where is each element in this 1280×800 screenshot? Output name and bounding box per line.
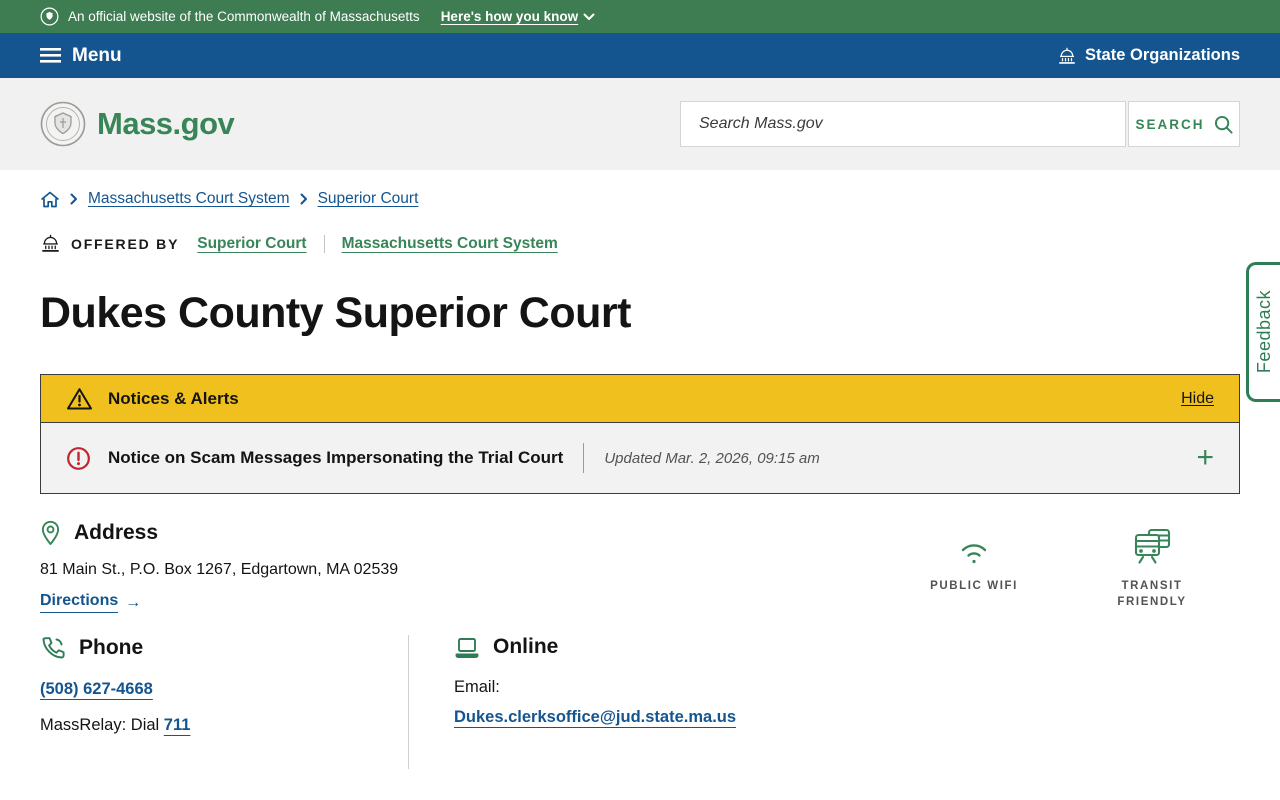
notice-updated-timestamp: Updated Mar. 2, 2026, 09:15 am <box>604 449 820 467</box>
search-input[interactable] <box>680 101 1126 147</box>
hide-alerts-link[interactable]: Hide <box>1181 390 1214 408</box>
massrelay-row: MassRelay: Dial 711 <box>40 716 408 735</box>
search-button[interactable]: SEARCH <box>1128 101 1240 147</box>
alert-exclamation-icon <box>66 446 91 471</box>
page: An official website of the Commonwealth … <box>0 0 1280 800</box>
contact-row: Phone (508) 627-4668 MassRelay: Dial 711 <box>40 635 1240 769</box>
vertical-divider <box>583 443 585 473</box>
heres-how-you-know-label: Here's how you know <box>440 9 579 24</box>
heres-how-you-know-link[interactable]: Here's how you know <box>441 9 596 24</box>
warning-triangle-icon <box>66 387 93 411</box>
address-heading: Address <box>74 521 159 544</box>
search-form: SEARCH <box>680 101 1240 147</box>
massgov-seal-icon <box>40 101 86 147</box>
online-heading: Online <box>493 635 559 658</box>
notice-item: Notice on Scam Messages Impersonating th… <box>41 422 1239 493</box>
main-content: Massachusetts Court System Superior Cour… <box>0 190 1280 769</box>
notices-alerts-header: Notices & Alerts Hide <box>41 375 1239 422</box>
address-text: 81 Main St., P.O. Box 1267, Edgartown, M… <box>40 561 399 578</box>
chevron-right-icon <box>300 193 308 205</box>
email-address-link[interactable]: Dukes.clerksoffice@jud.state.ma.us <box>454 708 736 726</box>
offered-by-label: OFFERED BY <box>71 235 180 252</box>
phone-header: Phone <box>40 635 408 661</box>
laptop-icon <box>454 636 480 659</box>
notice-title[interactable]: Notice on Scam Messages Impersonating th… <box>108 448 563 468</box>
state-house-icon <box>1057 47 1077 65</box>
main-nav-bar: Menu State Organizations <box>0 33 1280 78</box>
address-header: Address <box>40 520 398 546</box>
public-wifi-badge: PUBLIC WIFI <box>914 524 1034 613</box>
notices-alerts-title: Notices & Alerts <box>108 388 239 408</box>
offered-by-link-court-system[interactable]: Massachusetts Court System <box>342 235 558 253</box>
notices-alerts-panel: Notices & Alerts Hide Notice on Scam Mes… <box>40 374 1240 494</box>
offered-by-link-superior-court[interactable]: Superior Court <box>197 235 306 253</box>
online-header: Online <box>454 635 736 659</box>
phone-number-row: (508) 627-4668 <box>40 680 408 699</box>
breadcrumb-link-court-system[interactable]: Massachusetts Court System <box>88 190 290 208</box>
home-icon <box>40 191 60 208</box>
transit-icon <box>1131 524 1173 566</box>
breadcrumb-home-link[interactable] <box>40 191 60 208</box>
phone-number-link[interactable]: (508) 627-4668 <box>40 680 153 698</box>
phone-icon <box>40 635 66 661</box>
vertical-divider <box>323 234 325 253</box>
wifi-icon <box>954 524 994 566</box>
menu-button[interactable]: Menu <box>40 45 122 67</box>
expand-notice-button[interactable]: + <box>1196 443 1214 473</box>
menu-label: Menu <box>72 44 122 66</box>
hamburger-icon <box>40 48 61 63</box>
massrelay-711-link[interactable]: 711 <box>164 716 191 734</box>
chevron-right-icon <box>70 193 78 205</box>
massrelay-label: MassRelay: Dial <box>40 716 164 734</box>
state-seal-icon <box>40 7 59 26</box>
public-wifi-label: PUBLIC WIFI <box>930 580 1018 592</box>
feedback-tab[interactable]: Feedback <box>1246 262 1280 402</box>
chevron-down-icon <box>583 13 595 21</box>
state-organizations-label: State Organizations <box>1085 46 1240 64</box>
online-section: Online Email: Dukes.clerksoffice@jud.sta… <box>409 635 736 769</box>
amenities: PUBLIC WIFI TRANSIT FRIENDLY <box>914 520 1198 613</box>
breadcrumb-link-superior-court[interactable]: Superior Court <box>318 190 419 208</box>
address-section: Address 81 Main St., P.O. Box 1267, Edga… <box>40 520 398 613</box>
massgov-logo[interactable]: Mass.gov <box>40 101 235 147</box>
transit-friendly-badge: TRANSIT FRIENDLY <box>1106 524 1198 613</box>
right-arrow-icon: → <box>125 593 142 611</box>
transit-friendly-label: TRANSIT FRIENDLY <box>1117 580 1187 608</box>
directions-label: Directions <box>40 592 119 613</box>
phone-section: Phone (508) 627-4668 MassRelay: Dial 711 <box>40 635 408 769</box>
map-pin-icon <box>40 520 61 546</box>
offered-by-row: OFFERED BY Superior Court Massachusetts … <box>40 234 1240 253</box>
banner-text: An official website of the Commonwealth … <box>68 9 420 24</box>
feedback-label: Feedback <box>1254 290 1274 374</box>
breadcrumb: Massachusetts Court System Superior Cour… <box>40 190 1240 208</box>
email-link-row: Dukes.clerksoffice@jud.state.ma.us <box>454 708 736 727</box>
search-button-label: SEARCH <box>1135 116 1205 132</box>
state-organizations-link[interactable]: State Organizations <box>1057 46 1240 65</box>
location-info-row: Address 81 Main St., P.O. Box 1267, Edga… <box>40 520 1240 613</box>
phone-heading: Phone <box>79 636 144 659</box>
page-title: Dukes County Superior Court <box>40 289 631 337</box>
directions-link[interactable]: Directions → <box>40 592 141 613</box>
official-banner: An official website of the Commonwealth … <box>0 0 1280 33</box>
site-header: Mass.gov SEARCH <box>0 78 1280 170</box>
massgov-logo-text: Mass.gov <box>97 106 235 141</box>
search-icon <box>1214 115 1233 134</box>
government-building-icon <box>40 234 61 253</box>
email-label: Email: <box>454 678 500 696</box>
